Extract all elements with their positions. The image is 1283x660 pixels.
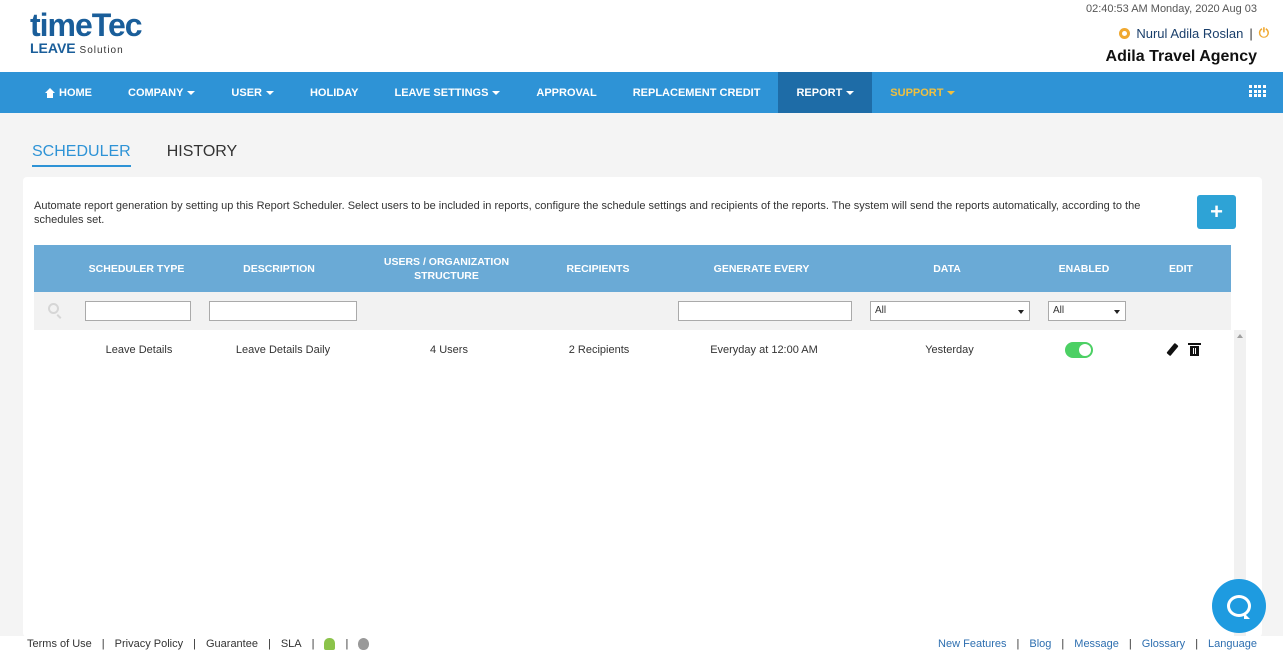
- caret-down-icon: [947, 90, 956, 95]
- col-edit: EDIT: [1169, 262, 1193, 275]
- current-datetime: 02:40:53 AM Monday, 2020 Aug 03: [1085, 3, 1257, 15]
- scheduler-description: Automate report generation by setting up…: [34, 200, 1141, 226]
- filter-generate-every-input[interactable]: [678, 301, 852, 321]
- nav-report-label: REPORT: [796, 86, 843, 99]
- nav-approval[interactable]: APPROVAL: [518, 72, 614, 113]
- filter-row: All All: [34, 292, 1231, 330]
- nav-home[interactable]: HOME: [0, 72, 110, 113]
- apps-grid-icon[interactable]: [1249, 85, 1266, 99]
- chat-bubble-icon: [1227, 595, 1251, 619]
- footer-separator: |: [345, 638, 349, 650]
- nav-support-label: SUPPORT: [890, 86, 944, 99]
- report-tabs: SCHEDULER HISTORY: [32, 143, 237, 167]
- nav-company-label: COMPANY: [128, 86, 184, 99]
- home-icon: [45, 87, 55, 98]
- nav-report[interactable]: REPORT: [778, 72, 873, 113]
- app-header: timeTec LEAVE Solution 02:40:53 AM Monda…: [0, 0, 1283, 72]
- logo-text-leave: LEAVE: [30, 40, 76, 56]
- table-header: SCHEDULER TYPE DESCRIPTION USERS / ORGAN…: [34, 245, 1231, 292]
- footer-separator: |: [267, 638, 271, 650]
- nav-replacement-credit[interactable]: REPLACEMENT CREDIT: [615, 72, 779, 113]
- add-scheduler-button[interactable]: +: [1197, 195, 1236, 229]
- footer-separator: |: [1016, 638, 1020, 650]
- user-info: Nurul Adila Roslan | ⏻: [1119, 25, 1269, 41]
- caret-down-icon: [492, 90, 501, 95]
- table-row: Leave Details Leave Details Daily 4 User…: [34, 330, 1231, 370]
- col-data[interactable]: DATA: [907, 262, 987, 276]
- footer-sla-link[interactable]: SLA: [281, 638, 302, 650]
- col-recipients[interactable]: RECIPIENTS: [554, 262, 642, 276]
- footer-blog-link[interactable]: Blog: [1029, 638, 1051, 650]
- cell-generate-every: Everyday at 12:00 AM: [710, 344, 818, 356]
- footer-separator: |: [193, 638, 196, 650]
- filter-description-input[interactable]: [209, 301, 357, 321]
- footer-terms-link[interactable]: Terms of Use: [27, 638, 92, 650]
- footer-separator: |: [101, 638, 105, 650]
- nav-user[interactable]: USER: [213, 72, 292, 113]
- cell-users-link[interactable]: 4 Users: [404, 344, 494, 356]
- user-status-icon: [1119, 27, 1131, 39]
- tab-history[interactable]: HISTORY: [167, 143, 238, 167]
- chevron-down-icon: [1114, 310, 1120, 314]
- footer-separator: |: [311, 638, 315, 650]
- caret-down-icon: [265, 90, 274, 95]
- chat-support-button[interactable]: [1212, 579, 1266, 633]
- footer-separator: |: [1061, 638, 1065, 650]
- footer-glossary-link[interactable]: Glossary: [1142, 638, 1185, 650]
- nav-leave-settings-label: LEAVE SETTINGS: [394, 86, 489, 99]
- filter-enabled-select[interactable]: All: [1048, 301, 1126, 321]
- footer-separator: |: [1128, 638, 1132, 650]
- timetec-leave-logo[interactable]: timeTec LEAVE Solution: [30, 7, 170, 60]
- enabled-toggle[interactable]: [1065, 342, 1093, 358]
- main-nav: HOME COMPANY USER HOLIDAY LEAVE SETTINGS…: [0, 72, 1283, 113]
- logo-text-top: timeTec: [30, 7, 143, 43]
- caret-down-icon: [187, 90, 196, 95]
- nav-holiday[interactable]: HOLIDAY: [292, 72, 377, 113]
- cell-scheduler-type: Leave Details: [105, 344, 173, 356]
- scheduler-card: Automate report generation by setting up…: [23, 177, 1262, 637]
- nav-holiday-label: HOLIDAY: [309, 86, 359, 99]
- logo-text-solution: Solution: [79, 45, 124, 56]
- cell-data: Yesterday: [925, 344, 974, 356]
- col-enabled[interactable]: ENABLED: [1049, 262, 1119, 276]
- logout-power-icon[interactable]: ⏻: [1259, 25, 1269, 41]
- nav-approval-label: APPROVAL: [536, 86, 597, 99]
- col-scheduler-type[interactable]: SCHEDULER TYPE: [84, 262, 189, 276]
- delete-trash-icon[interactable]: [1188, 343, 1201, 356]
- nav-leave-settings[interactable]: LEAVE SETTINGS: [376, 72, 518, 113]
- company-name: Adila Travel Agency: [1105, 48, 1257, 65]
- filter-data-select[interactable]: All: [870, 301, 1030, 321]
- footer-right-links: New Features | Blog | Message | Glossary…: [938, 638, 1257, 650]
- footer-left-links: Terms of Use | Privacy Policy | Guarante…: [27, 638, 370, 650]
- filter-scheduler-type-input[interactable]: [85, 301, 191, 321]
- footer-message-link[interactable]: Message: [1074, 638, 1119, 650]
- caret-down-icon: [846, 90, 855, 95]
- cell-description: Leave Details Daily: [235, 344, 331, 356]
- col-description[interactable]: DESCRIPTION: [229, 262, 329, 276]
- page-footer: Terms of Use | Privacy Policy | Guarante…: [0, 636, 1283, 660]
- footer-guarantee-link[interactable]: Guarantee: [206, 638, 258, 650]
- col-generate-every[interactable]: GENERATE EVERY: [699, 262, 824, 276]
- chevron-down-icon: [1018, 310, 1024, 314]
- nav-replacement-credit-label: REPLACEMENT CREDIT: [632, 86, 761, 99]
- search-icon: [48, 303, 59, 314]
- nav-company[interactable]: COMPANY: [110, 72, 213, 113]
- nav-support[interactable]: SUPPORT: [872, 72, 973, 113]
- filter-enabled-value: All: [1053, 305, 1065, 316]
- tab-scheduler[interactable]: SCHEDULER: [32, 143, 131, 167]
- header-separator: |: [1249, 25, 1253, 41]
- col-users-org-structure[interactable]: USERS / ORGANIZATION STRUCTURE: [379, 255, 514, 283]
- nav-user-label: USER: [231, 86, 262, 99]
- footer-privacy-link[interactable]: Privacy Policy: [115, 638, 183, 650]
- footer-new-features-link[interactable]: New Features: [938, 638, 1006, 650]
- scroll-up-arrow-icon[interactable]: [1237, 334, 1243, 338]
- android-icon[interactable]: [324, 638, 336, 650]
- footer-separator: |: [1195, 638, 1199, 650]
- filter-data-value: All: [875, 305, 887, 316]
- user-name-link[interactable]: Nurul Adila Roslan: [1136, 26, 1243, 41]
- footer-language-link[interactable]: Language: [1208, 638, 1257, 650]
- apple-icon[interactable]: [358, 638, 370, 650]
- nav-home-label: HOME: [59, 86, 92, 99]
- cell-recipients-link[interactable]: 2 Recipients: [554, 344, 644, 356]
